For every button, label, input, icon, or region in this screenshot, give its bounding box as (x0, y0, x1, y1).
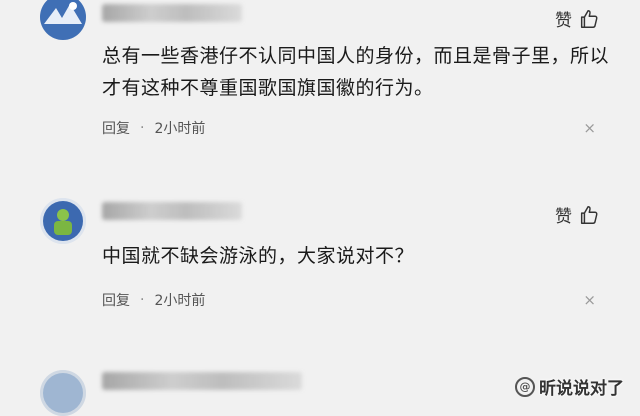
thumbs-up-icon (580, 205, 598, 224)
avatar-image (40, 0, 86, 40)
close-icon[interactable]: × (583, 119, 596, 137)
like-label: 赞 (555, 207, 572, 227)
comment-meta: 回复 · 2小时前 (102, 290, 205, 310)
close-icon[interactable]: × (583, 291, 596, 309)
meta-separator: · (140, 292, 145, 308)
comment-item: 赞 总有一些香港仔不认同中国人的身份，而且是骨子里，所以才有这种不尊重国歌国旗国… (0, 0, 640, 170)
watermark: @ 昕说说对了 (515, 374, 624, 399)
at-icon: @ (515, 376, 535, 397)
comment-text: 中国就不缺会游泳的，大家说对不？ (102, 245, 415, 267)
meta-separator: · (140, 120, 145, 136)
comment-text: 总有一些香港仔不认同中国人的身份，而且是骨子里，所以才有这种不尊重国歌国旗国徽的… (102, 45, 610, 99)
username-blurred (102, 4, 242, 22)
comment-item: 赞 中国就不缺会游泳的，大家说对不？ 回复 · 2小时前 × (0, 190, 640, 330)
avatar-image (40, 370, 86, 416)
watermark-text: 昕说说对了 (539, 379, 624, 399)
like-label: 赞 (555, 11, 572, 31)
avatar[interactable] (40, 198, 86, 244)
comment-time: 2小时前 (154, 121, 206, 137)
like-button[interactable]: 赞 (555, 202, 600, 227)
username-blurred (102, 202, 242, 220)
reply-button[interactable]: 回复 (102, 290, 130, 310)
username-blurred (102, 372, 302, 390)
avatar[interactable] (40, 0, 86, 40)
thumbs-up-icon (580, 9, 598, 28)
avatar[interactable] (40, 370, 86, 416)
comment-meta: 回复 · 2小时前 (102, 118, 205, 138)
avatar-image (40, 198, 86, 244)
like-button[interactable]: 赞 (555, 6, 600, 31)
reply-button[interactable]: 回复 (102, 118, 130, 138)
comment-time: 2小时前 (154, 293, 206, 309)
